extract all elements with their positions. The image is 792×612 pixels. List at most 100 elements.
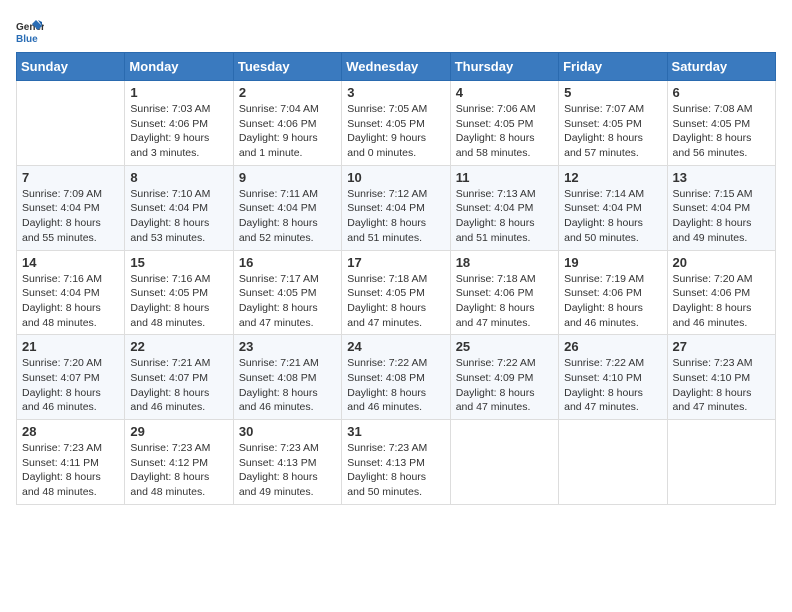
calendar: SundayMondayTuesdayWednesdayThursdayFrid… bbox=[16, 52, 776, 505]
sunrise-text: Sunrise: 7:17 AM bbox=[239, 273, 319, 285]
week-row-2: 7 Sunrise: 7:09 AM Sunset: 4:04 PM Dayli… bbox=[17, 165, 776, 250]
sunrise-text: Sunrise: 7:05 AM bbox=[347, 103, 427, 115]
day-info: Sunrise: 7:19 AM Sunset: 4:06 PM Dayligh… bbox=[564, 272, 661, 331]
day-number: 27 bbox=[673, 339, 770, 354]
week-row-5: 28 Sunrise: 7:23 AM Sunset: 4:11 PM Dayl… bbox=[17, 420, 776, 505]
sunrise-text: Sunrise: 7:23 AM bbox=[239, 442, 319, 454]
calendar-cell: 9 Sunrise: 7:11 AM Sunset: 4:04 PM Dayli… bbox=[233, 165, 341, 250]
day-info: Sunrise: 7:22 AM Sunset: 4:09 PM Dayligh… bbox=[456, 356, 553, 415]
calendar-cell: 3 Sunrise: 7:05 AM Sunset: 4:05 PM Dayli… bbox=[342, 81, 450, 166]
day-info: Sunrise: 7:23 AM Sunset: 4:13 PM Dayligh… bbox=[239, 441, 336, 500]
header-tuesday: Tuesday bbox=[233, 53, 341, 81]
day-info: Sunrise: 7:22 AM Sunset: 4:08 PM Dayligh… bbox=[347, 356, 444, 415]
header-monday: Monday bbox=[125, 53, 233, 81]
sunrise-text: Sunrise: 7:15 AM bbox=[673, 188, 753, 200]
daylight-text: Daylight: 8 hours and 50 minutes. bbox=[347, 471, 426, 498]
day-number: 7 bbox=[22, 170, 119, 185]
calendar-cell: 21 Sunrise: 7:20 AM Sunset: 4:07 PM Dayl… bbox=[17, 335, 125, 420]
daylight-text: Daylight: 8 hours and 49 minutes. bbox=[239, 471, 318, 498]
calendar-cell: 29 Sunrise: 7:23 AM Sunset: 4:12 PM Dayl… bbox=[125, 420, 233, 505]
week-row-3: 14 Sunrise: 7:16 AM Sunset: 4:04 PM Dayl… bbox=[17, 250, 776, 335]
day-number: 22 bbox=[130, 339, 227, 354]
day-number: 21 bbox=[22, 339, 119, 354]
sunrise-text: Sunrise: 7:21 AM bbox=[130, 357, 210, 369]
daylight-text: Daylight: 8 hours and 49 minutes. bbox=[673, 217, 752, 244]
day-info: Sunrise: 7:23 AM Sunset: 4:12 PM Dayligh… bbox=[130, 441, 227, 500]
calendar-cell bbox=[17, 81, 125, 166]
daylight-text: Daylight: 9 hours and 0 minutes. bbox=[347, 132, 426, 159]
day-number: 6 bbox=[673, 85, 770, 100]
day-number: 23 bbox=[239, 339, 336, 354]
day-info: Sunrise: 7:15 AM Sunset: 4:04 PM Dayligh… bbox=[673, 187, 770, 246]
daylight-text: Daylight: 8 hours and 48 minutes. bbox=[130, 471, 209, 498]
calendar-cell: 25 Sunrise: 7:22 AM Sunset: 4:09 PM Dayl… bbox=[450, 335, 558, 420]
calendar-cell: 20 Sunrise: 7:20 AM Sunset: 4:06 PM Dayl… bbox=[667, 250, 775, 335]
calendar-cell: 15 Sunrise: 7:16 AM Sunset: 4:05 PM Dayl… bbox=[125, 250, 233, 335]
header-saturday: Saturday bbox=[667, 53, 775, 81]
sunset-text: Sunset: 4:05 PM bbox=[130, 287, 208, 299]
day-number: 11 bbox=[456, 170, 553, 185]
weekday-header-row: SundayMondayTuesdayWednesdayThursdayFrid… bbox=[17, 53, 776, 81]
sunrise-text: Sunrise: 7:03 AM bbox=[130, 103, 210, 115]
calendar-cell: 7 Sunrise: 7:09 AM Sunset: 4:04 PM Dayli… bbox=[17, 165, 125, 250]
calendar-cell: 24 Sunrise: 7:22 AM Sunset: 4:08 PM Dayl… bbox=[342, 335, 450, 420]
sunrise-text: Sunrise: 7:10 AM bbox=[130, 188, 210, 200]
logo: General Blue bbox=[16, 16, 48, 44]
header: General Blue bbox=[16, 16, 776, 44]
day-number: 30 bbox=[239, 424, 336, 439]
day-info: Sunrise: 7:08 AM Sunset: 4:05 PM Dayligh… bbox=[673, 102, 770, 161]
daylight-text: Daylight: 9 hours and 1 minute. bbox=[239, 132, 318, 159]
sunset-text: Sunset: 4:07 PM bbox=[22, 372, 100, 384]
sunrise-text: Sunrise: 7:06 AM bbox=[456, 103, 536, 115]
sunrise-text: Sunrise: 7:20 AM bbox=[22, 357, 102, 369]
day-info: Sunrise: 7:09 AM Sunset: 4:04 PM Dayligh… bbox=[22, 187, 119, 246]
day-info: Sunrise: 7:11 AM Sunset: 4:04 PM Dayligh… bbox=[239, 187, 336, 246]
sunrise-text: Sunrise: 7:22 AM bbox=[564, 357, 644, 369]
daylight-text: Daylight: 8 hours and 58 minutes. bbox=[456, 132, 535, 159]
day-number: 2 bbox=[239, 85, 336, 100]
week-row-1: 1 Sunrise: 7:03 AM Sunset: 4:06 PM Dayli… bbox=[17, 81, 776, 166]
daylight-text: Daylight: 8 hours and 47 minutes. bbox=[239, 302, 318, 329]
sunset-text: Sunset: 4:06 PM bbox=[673, 287, 751, 299]
sunset-text: Sunset: 4:07 PM bbox=[130, 372, 208, 384]
calendar-cell: 23 Sunrise: 7:21 AM Sunset: 4:08 PM Dayl… bbox=[233, 335, 341, 420]
day-info: Sunrise: 7:14 AM Sunset: 4:04 PM Dayligh… bbox=[564, 187, 661, 246]
day-info: Sunrise: 7:23 AM Sunset: 4:13 PM Dayligh… bbox=[347, 441, 444, 500]
daylight-text: Daylight: 8 hours and 47 minutes. bbox=[347, 302, 426, 329]
day-number: 4 bbox=[456, 85, 553, 100]
day-info: Sunrise: 7:16 AM Sunset: 4:04 PM Dayligh… bbox=[22, 272, 119, 331]
sunrise-text: Sunrise: 7:21 AM bbox=[239, 357, 319, 369]
day-number: 16 bbox=[239, 255, 336, 270]
sunrise-text: Sunrise: 7:18 AM bbox=[347, 273, 427, 285]
day-info: Sunrise: 7:22 AM Sunset: 4:10 PM Dayligh… bbox=[564, 356, 661, 415]
calendar-cell bbox=[559, 420, 667, 505]
daylight-text: Daylight: 8 hours and 56 minutes. bbox=[673, 132, 752, 159]
day-number: 29 bbox=[130, 424, 227, 439]
day-info: Sunrise: 7:23 AM Sunset: 4:10 PM Dayligh… bbox=[673, 356, 770, 415]
sunrise-text: Sunrise: 7:14 AM bbox=[564, 188, 644, 200]
daylight-text: Daylight: 8 hours and 48 minutes. bbox=[130, 302, 209, 329]
sunset-text: Sunset: 4:06 PM bbox=[456, 287, 534, 299]
calendar-cell: 6 Sunrise: 7:08 AM Sunset: 4:05 PM Dayli… bbox=[667, 81, 775, 166]
day-info: Sunrise: 7:10 AM Sunset: 4:04 PM Dayligh… bbox=[130, 187, 227, 246]
daylight-text: Daylight: 8 hours and 46 minutes. bbox=[673, 302, 752, 329]
day-info: Sunrise: 7:23 AM Sunset: 4:11 PM Dayligh… bbox=[22, 441, 119, 500]
daylight-text: Daylight: 9 hours and 3 minutes. bbox=[130, 132, 209, 159]
calendar-cell: 30 Sunrise: 7:23 AM Sunset: 4:13 PM Dayl… bbox=[233, 420, 341, 505]
sunset-text: Sunset: 4:09 PM bbox=[456, 372, 534, 384]
daylight-text: Daylight: 8 hours and 46 minutes. bbox=[130, 387, 209, 414]
sunrise-text: Sunrise: 7:13 AM bbox=[456, 188, 536, 200]
calendar-cell: 2 Sunrise: 7:04 AM Sunset: 4:06 PM Dayli… bbox=[233, 81, 341, 166]
day-number: 9 bbox=[239, 170, 336, 185]
sunset-text: Sunset: 4:05 PM bbox=[347, 287, 425, 299]
sunrise-text: Sunrise: 7:19 AM bbox=[564, 273, 644, 285]
sunrise-text: Sunrise: 7:23 AM bbox=[130, 442, 210, 454]
calendar-cell bbox=[450, 420, 558, 505]
sunrise-text: Sunrise: 7:12 AM bbox=[347, 188, 427, 200]
calendar-cell: 5 Sunrise: 7:07 AM Sunset: 4:05 PM Dayli… bbox=[559, 81, 667, 166]
sunset-text: Sunset: 4:13 PM bbox=[347, 457, 425, 469]
daylight-text: Daylight: 8 hours and 47 minutes. bbox=[564, 387, 643, 414]
calendar-cell: 8 Sunrise: 7:10 AM Sunset: 4:04 PM Dayli… bbox=[125, 165, 233, 250]
sunset-text: Sunset: 4:08 PM bbox=[347, 372, 425, 384]
sunset-text: Sunset: 4:04 PM bbox=[239, 202, 317, 214]
